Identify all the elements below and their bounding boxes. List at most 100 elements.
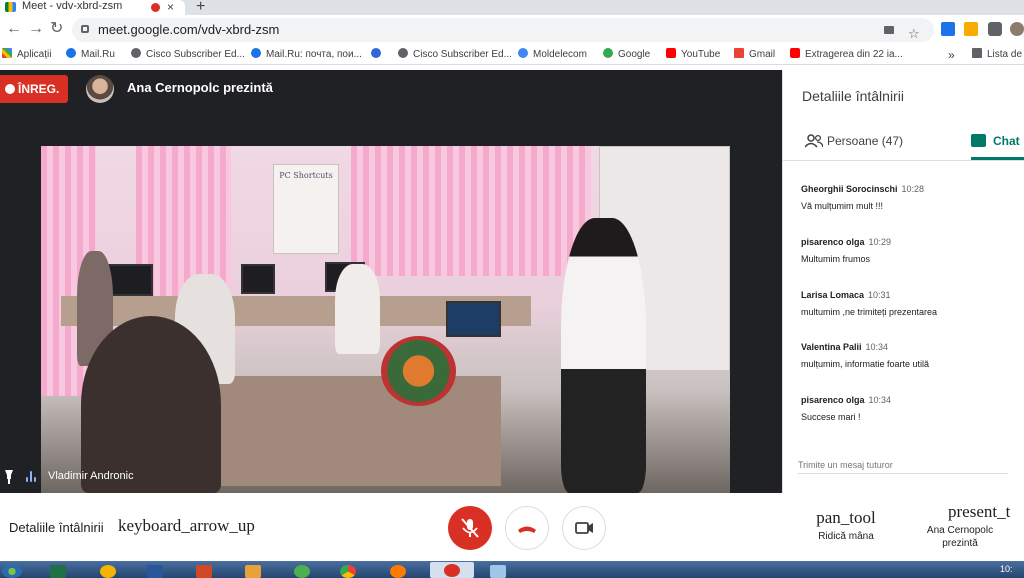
message-time: 10:31 <box>868 290 891 300</box>
present-now-button[interactable]: present_t Ana Cernopolc prezintă <box>918 502 1024 550</box>
curtain <box>351 146 591 276</box>
keyboard-arrow-up-icon[interactable]: keyboard_arrow_up <box>118 516 255 536</box>
chat-input[interactable] <box>798 456 1008 474</box>
message-text: Vă mulțumim mult !!! <box>801 201 884 211</box>
media-icon[interactable] <box>245 565 261 578</box>
tab-close-button[interactable]: × <box>167 0 174 14</box>
meet-favicon-icon <box>5 2 16 12</box>
system-clock: 10: <box>1000 564 1013 574</box>
raise-hand-button[interactable]: pan_tool Ridică mâna <box>806 508 886 543</box>
bookmarks-bar: Aplicații Mail.Ru Cisco Subscriber Ed...… <box>0 45 1024 65</box>
firefox-icon[interactable] <box>390 565 406 578</box>
powerpoint-icon[interactable] <box>196 565 212 578</box>
reading-list-button[interactable]: Lista de <box>972 45 1022 65</box>
present-to-all-icon: present_t <box>948 502 1011 521</box>
back-button[interactable]: ← <box>6 19 22 39</box>
mailru-icon <box>66 48 76 58</box>
bookmark-item[interactable]: Cisco Subscriber Ed... <box>131 45 245 65</box>
recording-badge: ÎNREG. <box>0 75 68 103</box>
tab-chat[interactable]: Chat <box>971 132 1020 152</box>
bookmark-item[interactable]: Mail.Ru <box>66 45 115 65</box>
bookmark-item[interactable]: YouTube <box>666 45 720 65</box>
globe-icon <box>131 48 141 58</box>
word-icon[interactable] <box>147 565 163 578</box>
lock-icon <box>81 25 89 33</box>
chat-message: Gheorghii Sorocinschi 10:28 Vă mulțumim m… <box>801 179 1021 211</box>
new-tab-button[interactable]: + <box>196 0 205 16</box>
bookmark-item[interactable]: Google <box>603 45 650 65</box>
chat-message: Valentina Palii 10:34 mulțumim, informati… <box>801 337 1021 369</box>
bookmark-apps[interactable]: Aplicații <box>2 45 51 65</box>
people-icon <box>805 134 823 148</box>
extension-icon[interactable] <box>941 22 955 36</box>
poster-text: PC Shortcuts <box>279 171 333 180</box>
bookmark-star-icon[interactable]: ☆ <box>908 22 920 46</box>
youtube-icon <box>666 48 676 58</box>
bookmark-item[interactable]: Gmail <box>734 45 775 65</box>
puzzle-icon[interactable] <box>988 22 1002 36</box>
explorer-icon[interactable] <box>490 565 506 578</box>
message-time: 10:28 <box>901 184 925 194</box>
hang-up-icon <box>518 526 536 533</box>
ie-icon[interactable] <box>100 565 116 578</box>
tab-people[interactable]: Persoane (47) <box>805 132 903 152</box>
message-sender: pisarenco olga <box>801 237 865 247</box>
leave-call-button[interactable] <box>505 506 549 550</box>
meeting-details-button[interactable]: Detaliile întâlnirii <box>9 520 104 535</box>
message-sender: Larisa Lomaca <box>801 290 865 300</box>
recording-dot-icon <box>151 3 160 12</box>
start-button[interactable] <box>2 565 22 578</box>
microphone-toggle-button[interactable] <box>448 506 492 550</box>
message-text: mulțumim, informatie foarte utilă <box>801 359 930 369</box>
speaker-name: Vladimir Andronic <box>48 470 134 482</box>
address-bar[interactable]: meet.google.com/vdv-xbrd-zsm ☆ <box>72 18 934 42</box>
bookmark-item[interactable]: Cisco Subscriber Ed... <box>398 45 512 65</box>
bookmark-item[interactable] <box>371 45 386 65</box>
profile-avatar[interactable] <box>1010 22 1024 36</box>
forward-button[interactable]: → <box>28 19 44 39</box>
camera-icon[interactable] <box>884 26 894 34</box>
browser-tab-strip: Meet - vdv-xbrd-zsm × + <box>0 0 1024 15</box>
tabs-divider <box>783 160 1024 161</box>
reload-button[interactable]: ↻ <box>50 19 63 39</box>
app-icon <box>444 564 460 577</box>
bookmark-item[interactable]: Moldelecom <box>518 45 587 65</box>
extension-icon[interactable] <box>964 22 978 36</box>
bookmark-item[interactable]: Mail.Ru: почта, пои... <box>251 45 362 65</box>
chat-icon <box>971 134 986 147</box>
pan-tool-icon: pan_tool <box>816 508 876 527</box>
message-text: multumim ,ne trimiteți prezentarea <box>801 307 938 317</box>
active-taskbar-item[interactable] <box>430 562 474 578</box>
app-icon[interactable] <box>294 565 310 578</box>
moldelecom-icon <box>518 48 528 58</box>
reading-list-icon <box>972 48 982 58</box>
google-icon <box>603 48 613 58</box>
url-text: meet.google.com/vdv-xbrd-zsm <box>98 22 280 37</box>
decoration-ball <box>381 336 456 406</box>
windows-taskbar: 10: <box>0 561 1024 578</box>
excel-icon[interactable] <box>50 565 66 578</box>
shared-video: PC Shortcuts <box>41 146 730 493</box>
bookmarks-more-button[interactable]: » <box>948 45 955 65</box>
message-sender: Valentina Palii <box>801 342 862 352</box>
browser-tab[interactable]: Meet - vdv-xbrd-zsm × <box>0 0 185 15</box>
raise-hand-label: Ridică mâna <box>818 531 874 542</box>
bookmark-item[interactable]: Extragerea din 22 ia... <box>790 45 903 65</box>
message-time: 10:34 <box>865 342 889 352</box>
message-time: 10:29 <box>868 237 892 247</box>
desk <box>201 376 501 486</box>
meeting-controls-bar: Detaliile întâlnirii keyboard_arrow_up p… <box>0 493 1024 561</box>
apps-grid-icon <box>2 48 12 58</box>
student <box>335 264 380 354</box>
browser-toolbar: ← → ↻ meet.google.com/vdv-xbrd-zsm ☆ <box>0 15 1024 45</box>
monitor <box>446 301 501 337</box>
chrome-icon[interactable] <box>340 565 356 578</box>
youtube-icon <box>790 48 800 58</box>
tab-title: Meet - vdv-xbrd-zsm <box>22 0 123 12</box>
videocam-icon <box>575 522 593 534</box>
camera-toggle-button[interactable] <box>562 506 606 550</box>
pin-icon[interactable] <box>0 467 18 485</box>
meeting-details-panel: Detaliile întâlnirii Persoane (47) Chat … <box>782 70 1024 493</box>
gmail-icon <box>734 48 744 58</box>
monitor <box>107 264 153 296</box>
